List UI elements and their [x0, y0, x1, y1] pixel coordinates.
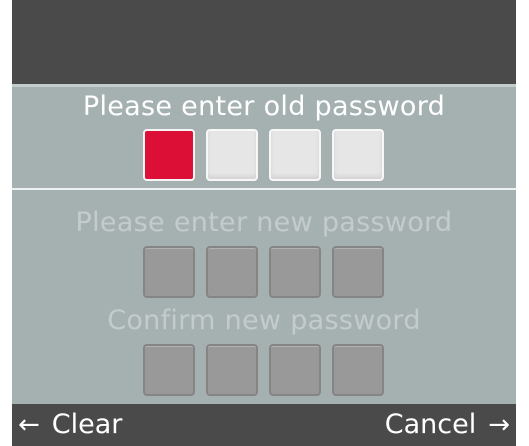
password-change-screen: Please enter old password Please enter n…	[0, 0, 529, 446]
old-password-prompt: Please enter old password	[82, 91, 446, 122]
title-bar	[12, 0, 516, 84]
confirm-password-digit-3	[269, 344, 321, 396]
old-password-digit-4[interactable]	[332, 129, 384, 181]
clear-softkey[interactable]: ← Clear	[18, 407, 122, 443]
cancel-label: Cancel	[384, 409, 477, 440]
new-password-prompt: Please enter new password	[75, 207, 453, 238]
cancel-softkey[interactable]: Cancel →	[385, 407, 510, 443]
old-password-digit-2[interactable]	[206, 129, 258, 181]
old-password-digit-3[interactable]	[269, 129, 321, 181]
confirm-password-digit-2	[206, 344, 258, 396]
arrow-left-icon: ←	[18, 410, 40, 440]
new-password-digit-4	[332, 246, 384, 298]
confirm-password-digit-4	[332, 344, 384, 396]
confirm-password-digit-1	[143, 344, 195, 396]
confirm-password-prompt: Confirm new password	[107, 305, 421, 336]
new-password-digits	[143, 246, 384, 298]
old-password-digit-1[interactable]	[143, 129, 195, 181]
softkey-bar: ← Clear Cancel →	[12, 404, 516, 446]
password-panel: Please enter old password Please enter n…	[12, 84, 516, 407]
old-password-digits[interactable]	[143, 129, 384, 181]
arrow-right-icon: →	[488, 410, 510, 440]
new-password-digit-2	[206, 246, 258, 298]
new-password-digit-1	[143, 246, 195, 298]
clear-label: Clear	[51, 409, 123, 440]
divider	[12, 188, 516, 190]
confirm-password-digits	[143, 344, 384, 396]
new-password-digit-3	[269, 246, 321, 298]
